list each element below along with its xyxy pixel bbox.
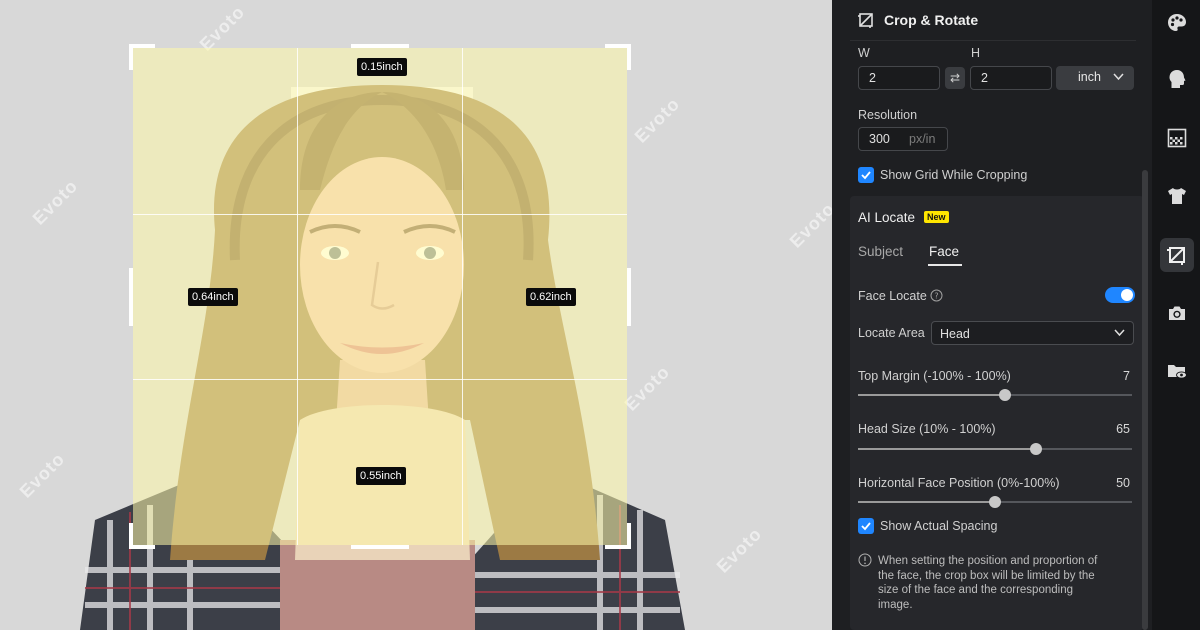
- toggle-knob: [1121, 289, 1133, 301]
- head-size-slider[interactable]: [858, 443, 1132, 455]
- clothing-tool-button[interactable]: [1160, 179, 1194, 213]
- resolution-input[interactable]: 300 px/in: [858, 127, 948, 151]
- height-label: H: [971, 46, 981, 60]
- svg-text:?: ?: [934, 292, 938, 301]
- width-label: W: [858, 46, 870, 60]
- top-margin-value: 7: [1123, 369, 1130, 383]
- unit-select[interactable]: inch: [1056, 66, 1134, 90]
- tab-face[interactable]: Face: [929, 244, 959, 259]
- crop-handle-right[interactable]: [627, 268, 631, 326]
- show-spacing-checkbox[interactable]: [858, 518, 874, 534]
- resolution-value: 300: [869, 132, 890, 146]
- info-icon: [858, 553, 872, 567]
- chevron-down-icon: [1113, 73, 1124, 81]
- palette-tool-button[interactable]: [1160, 6, 1194, 40]
- horizontal-face-position-label: Horizontal Face Position (0%-100%): [858, 476, 1060, 490]
- horizontal-face-position-value: 50: [1116, 476, 1130, 490]
- background-tool-button[interactable]: [1160, 121, 1194, 155]
- grid-line: [133, 214, 627, 215]
- show-spacing-label: Show Actual Spacing: [880, 519, 998, 533]
- crop-handle-bottom-left[interactable]: [129, 523, 155, 549]
- left-spacing-label: 0.64inch: [188, 288, 238, 306]
- panel-title: Crop & Rotate: [884, 12, 979, 28]
- palette-icon: [1168, 14, 1186, 31]
- folder-eye-icon: [1168, 365, 1187, 379]
- top-spacing-label: 0.15inch: [357, 58, 407, 76]
- slider-knob[interactable]: [999, 389, 1011, 401]
- head-icon: [1169, 70, 1186, 88]
- background-pattern-icon: [1167, 128, 1187, 148]
- info-text: When setting the position and proportion…: [878, 554, 1134, 612]
- chevron-down-icon: [1114, 329, 1125, 337]
- top-margin-slider[interactable]: [858, 389, 1132, 401]
- divider: [850, 40, 1136, 41]
- horizontal-face-position-slider[interactable]: [858, 496, 1132, 508]
- checkmark-icon: [861, 171, 871, 180]
- slider-fill: [858, 501, 995, 503]
- active-tab-indicator: [928, 264, 962, 266]
- head-tool-button[interactable]: [1160, 62, 1194, 96]
- camera-tool-button[interactable]: [1160, 296, 1194, 330]
- unit-select-value: inch: [1078, 70, 1101, 84]
- grid-line: [462, 48, 463, 545]
- crop-handle-top[interactable]: [351, 44, 409, 48]
- tab-subject[interactable]: Subject: [858, 244, 903, 259]
- crop-handle-left[interactable]: [129, 268, 133, 326]
- info-line: When setting the position and proportion…: [878, 555, 1098, 567]
- width-input[interactable]: 2: [858, 66, 940, 90]
- panel-scrollbar[interactable]: [1142, 170, 1148, 630]
- info-line: image.: [878, 598, 913, 611]
- face-locate-toggle[interactable]: [1105, 287, 1135, 303]
- ai-locate-title: AI Locate: [858, 210, 916, 225]
- locate-area-value: Head: [940, 327, 970, 341]
- info-line: size of the face and the corresponding: [878, 584, 1073, 596]
- locate-area-label: Locate Area: [858, 326, 925, 340]
- crop-handle-top-left[interactable]: [129, 44, 155, 70]
- crop-icon: [1167, 247, 1185, 265]
- slider-fill: [858, 394, 1005, 396]
- panel-header: Crop & Rotate: [858, 12, 978, 28]
- crop-handle-bottom-right[interactable]: [605, 523, 631, 549]
- show-grid-checkbox[interactable]: [858, 167, 874, 183]
- slider-fill: [858, 448, 1036, 450]
- face-locate-label: Face Locate: [858, 289, 927, 303]
- slider-knob[interactable]: [1030, 443, 1042, 455]
- info-line: the face, the crop box will be limited b…: [878, 569, 1095, 582]
- crop-handle-top-right[interactable]: [605, 44, 631, 70]
- bottom-spacing-label: 0.55inch: [356, 467, 406, 485]
- height-input[interactable]: 2: [970, 66, 1052, 90]
- resolution-unit: px/in: [909, 132, 936, 146]
- top-margin-label: Top Margin (-100% - 100%): [858, 369, 1011, 383]
- help-icon[interactable]: ?: [930, 289, 943, 302]
- slider-knob[interactable]: [989, 496, 1001, 508]
- swap-dimensions-button[interactable]: ⇄: [945, 67, 965, 89]
- preview-folder-tool-button[interactable]: [1160, 354, 1194, 388]
- crop-handle-bottom[interactable]: [351, 545, 409, 549]
- show-grid-label: Show Grid While Cropping: [880, 168, 1028, 182]
- crop-icon: [858, 13, 873, 28]
- locate-area-select[interactable]: Head: [931, 321, 1134, 345]
- head-size-value: 65: [1116, 422, 1130, 436]
- camera-icon: [1169, 306, 1185, 320]
- resolution-label: Resolution: [858, 108, 918, 122]
- checkmark-icon: [861, 522, 871, 531]
- tshirt-icon: [1168, 188, 1186, 204]
- new-badge: New: [924, 211, 949, 223]
- right-spacing-label: 0.62inch: [526, 288, 576, 306]
- tool-sidebar: [1152, 0, 1200, 630]
- head-size-label: Head Size (10% - 100%): [858, 422, 996, 436]
- photo-canvas[interactable]: Evoto Evoto Evoto Evoto Evoto Evoto Evot…: [0, 0, 832, 630]
- crop-rotate-panel: Crop & Rotate W H 2 ⇄ 2 inch Resolution …: [832, 0, 1152, 630]
- grid-line: [133, 379, 627, 380]
- grid-line: [297, 48, 298, 545]
- crop-box[interactable]: 0.15inch 0.64inch 0.62inch 0.55inch: [129, 44, 631, 549]
- crop-tool-button[interactable]: [1160, 238, 1194, 272]
